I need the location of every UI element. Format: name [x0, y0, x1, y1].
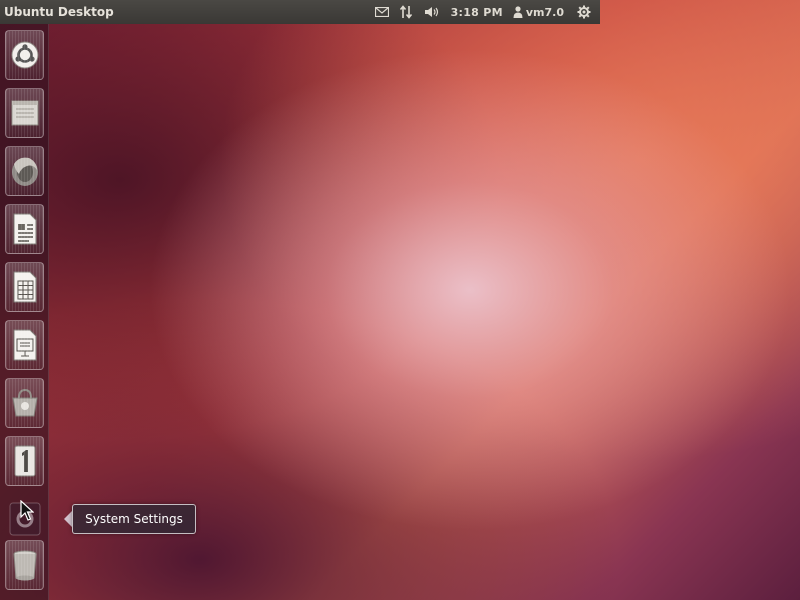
person-icon — [513, 6, 523, 18]
calc-spreadsheet-icon — [13, 271, 36, 303]
firefox-icon — [11, 157, 38, 186]
envelope-icon[interactable] — [371, 0, 393, 24]
file-manager-icon — [11, 100, 38, 126]
tooltip-label: System Settings — [85, 512, 183, 526]
trash-icon — [13, 550, 36, 581]
speaker-icon[interactable] — [421, 0, 443, 24]
tooltip-arrow — [64, 511, 72, 527]
launcher-home-folder[interactable] — [5, 88, 44, 138]
launcher-workspace-switcher[interactable] — [5, 436, 44, 486]
launcher-software-center[interactable] — [5, 378, 44, 428]
launcher-dash-home[interactable] — [5, 30, 44, 80]
indicator-area: 3:18 PM vm7.0 — [371, 0, 600, 24]
impress-presentation-icon — [13, 329, 36, 361]
user-indicator[interactable]: vm7.0 — [513, 0, 564, 24]
launcher-libreoffice-writer[interactable] — [5, 204, 44, 254]
network-arrows-icon[interactable] — [397, 0, 415, 24]
writer-document-icon — [13, 213, 36, 245]
gear-icon[interactable] — [574, 0, 594, 24]
mouse-cursor-icon — [20, 500, 34, 521]
top-panel: Ubuntu Desktop 3:18 PM vm7.0 — [0, 0, 600, 24]
launcher-trash[interactable] — [5, 540, 44, 590]
ubuntu-logo-icon — [11, 41, 38, 69]
launcher-libreoffice-calc[interactable] — [5, 262, 44, 312]
user-name: vm7.0 — [525, 5, 564, 19]
launcher-libreoffice-impress[interactable] — [5, 320, 44, 370]
launcher-firefox[interactable] — [5, 146, 44, 196]
clock-indicator[interactable]: 3:18 PM — [451, 0, 503, 24]
software-center-icon — [11, 388, 38, 417]
active-window-title: Ubuntu Desktop — [4, 5, 114, 19]
launcher-tooltip: System Settings — [72, 504, 196, 534]
workspace-switcher-icon — [14, 445, 35, 477]
